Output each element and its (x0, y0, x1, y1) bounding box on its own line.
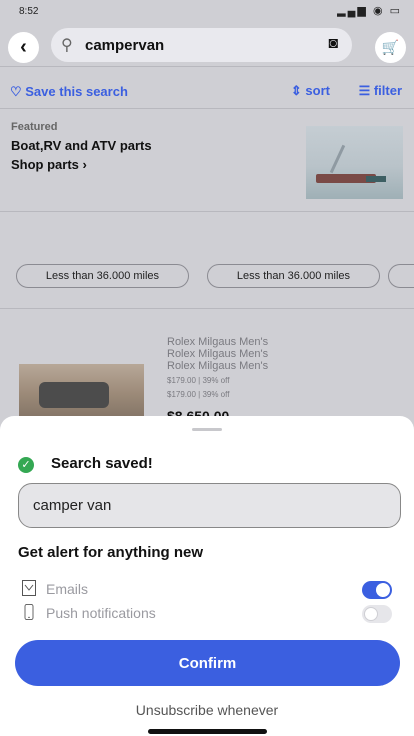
listing-title: Rolex Milgaus Men's (167, 348, 269, 360)
status-bar: 8:52 ▂▄▆ ◉ ▭ (0, 0, 414, 24)
email-option: Emails (18, 579, 402, 601)
check-icon: ✓ (18, 457, 34, 473)
status-icons: ▂▄▆ ◉ ▭ (337, 5, 402, 17)
filter-chips: Less than 36.000 miles Less than 36.000 … (0, 264, 414, 288)
search-name-input[interactable] (18, 483, 401, 528)
search-box[interactable]: ⚲ campervan ◙ (51, 28, 352, 62)
cart-icon: 🛒 (381, 39, 400, 55)
saved-title: Search saved! (51, 455, 153, 472)
search-header: ‹ ⚲ campervan ◙ 🛒 (0, 24, 414, 66)
save-search-sheet: ✓ Search saved! Get alert for anything n… (0, 416, 414, 736)
email-label: Emails (46, 581, 89, 597)
push-label: Push notifications (46, 605, 156, 621)
divider (0, 108, 414, 109)
search-query[interactable]: campervan (85, 37, 164, 54)
unsubscribe-note: Unsubscribe whenever (135, 702, 279, 718)
save-search-link[interactable]: ♡ Save this search (10, 84, 128, 100)
filter-chip[interactable]: Less than 36.000 miles (16, 264, 189, 288)
divider (0, 66, 414, 67)
shop-parts-link[interactable]: Shop parts › (11, 157, 87, 172)
listing-image (19, 364, 144, 424)
listing-price-line: $179.00 | 39% off (167, 376, 230, 385)
divider (0, 308, 414, 309)
confirm-button[interactable]: Confirm (15, 640, 400, 686)
listing-card[interactable]: Rolex Milgaus Men's Rolex Milgaus Men's … (0, 318, 414, 424)
filter-button[interactable]: ☰ filter (359, 83, 402, 99)
ship-image (306, 126, 403, 199)
camera-icon[interactable]: ◙ (328, 35, 338, 53)
email-toggle[interactable] (362, 581, 392, 599)
filter-chip-partial[interactable] (388, 264, 414, 288)
search-actions: ♡ Save this search ⇕ sort ☰ filter (0, 80, 414, 106)
divider (0, 211, 414, 212)
cart-button[interactable]: 🛒 (375, 32, 406, 63)
listing-title: Rolex Milgaus Men's (167, 336, 269, 348)
back-button[interactable]: ‹ (8, 32, 39, 63)
alert-title: Get alert for anything new (18, 544, 204, 561)
phone-icon (24, 604, 34, 620)
push-toggle[interactable] (362, 605, 392, 623)
featured-tag: Featured (11, 121, 58, 133)
featured-banner[interactable]: Featured Boat,RV and ATV parts Shop part… (0, 118, 414, 212)
sheet-handle[interactable] (192, 428, 222, 431)
featured-title: Boat,RV and ATV parts (11, 138, 152, 153)
home-indicator (148, 729, 267, 734)
back-arrow-icon: ‹ (20, 36, 27, 58)
status-time: 8:52 (19, 6, 39, 17)
email-icon (22, 580, 36, 596)
push-option: Push notifications (18, 603, 402, 625)
search-icon: ⚲ (61, 37, 73, 54)
filter-chip[interactable]: Less than 36.000 miles (207, 264, 380, 288)
sort-button[interactable]: ⇕ sort (291, 83, 330, 99)
listing-title: Rolex Milgaus Men's (167, 360, 269, 372)
listing-price-line: $179.00 | 39% off (167, 390, 230, 399)
